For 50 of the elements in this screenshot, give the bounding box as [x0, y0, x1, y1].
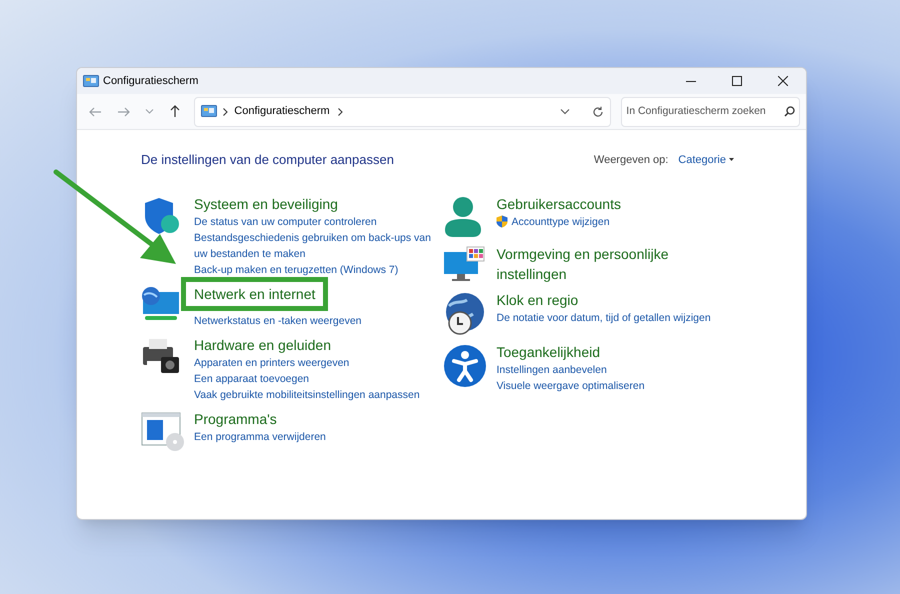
category-link[interactable]: Klok en regio	[496, 290, 578, 310]
task-link[interactable]: De status van uw computer controleren	[194, 214, 377, 230]
printer-camera-icon	[141, 336, 181, 374]
maximize-icon	[732, 76, 742, 86]
view-by-dropdown[interactable]: Categorie	[678, 152, 734, 168]
uac-shield-icon	[496, 215, 508, 228]
task-link[interactable]: Back-up maken en terugzetten (Windows 7)	[194, 262, 398, 278]
category-link[interactable]: Systeem en beveiliging	[194, 194, 338, 214]
refresh-icon[interactable]	[592, 106, 604, 118]
task-link[interactable]: Visuele weergave optimaliseren	[496, 378, 645, 394]
task-link[interactable]: Netwerkstatus en -taken weergeven	[194, 312, 362, 328]
chevron-icon	[223, 108, 228, 116]
page-heading: De instellingen van de computer aanpassen	[141, 151, 394, 169]
dropdown-caret-icon[interactable]	[560, 108, 570, 114]
user-icon	[443, 196, 484, 238]
control-panel-icon	[83, 74, 99, 88]
address-bar[interactable]: Configuratiescherm	[194, 96, 612, 126]
close-icon	[778, 76, 788, 86]
breadcrumb[interactable]: Configuratiescherm	[234, 103, 330, 120]
category-link[interactable]: Vormgeving en persoonlijke instellingen	[496, 244, 742, 284]
control-panel-icon	[201, 105, 218, 118]
task-link[interactable]: Apparaten en printers weergeven	[194, 354, 350, 370]
category-link[interactable]: Netwerk en internet	[181, 276, 328, 310]
back-arrow-icon	[89, 106, 102, 116]
monitor-palette-icon	[443, 246, 486, 284]
search-placeholder: In Configuratiescherm zoeken	[626, 104, 766, 119]
task-link[interactable]: Bestandsgeschiedenis gebruiken om back-ups van uw bestanden te maken	[194, 230, 444, 262]
task-link[interactable]: Een apparaat toevoegen	[194, 370, 310, 386]
task-link[interactable]: Vaak gebruikte mobiliteitsinstellingen aanpassen	[194, 386, 420, 402]
search-field[interactable]: In Configuratiescherm zoeken	[621, 96, 800, 126]
search-icon	[784, 106, 796, 117]
category-link[interactable]: Gebruikersaccounts	[496, 194, 621, 214]
program-disc-icon	[141, 410, 185, 450]
chevron-icon	[338, 108, 343, 116]
task-link[interactable]: Een programma verwijderen	[194, 428, 326, 444]
view-by-label: Weergeven op:	[594, 152, 668, 168]
caret-icon	[145, 109, 154, 114]
category-link[interactable]: Hardware en geluiden	[194, 334, 331, 354]
up-arrow-icon	[170, 105, 180, 118]
window-title: Configuratiescherm	[103, 74, 198, 89]
forward-arrow-icon	[117, 106, 130, 116]
task-link[interactable]: Instellingen aanbevelen	[496, 362, 607, 378]
accessibility-icon	[443, 344, 488, 388]
category-link[interactable]: Toegankelijkheid	[496, 342, 600, 362]
caret-icon	[729, 158, 734, 162]
task-link[interactable]: De notatie voor datum, tijd of getallen wijzigen	[496, 310, 711, 326]
task-link[interactable]: Accounttype wijzigen	[496, 214, 610, 230]
category-link[interactable]: Programma's	[194, 408, 277, 428]
minimize-icon	[686, 80, 696, 82]
network-monitor-icon	[141, 286, 181, 322]
